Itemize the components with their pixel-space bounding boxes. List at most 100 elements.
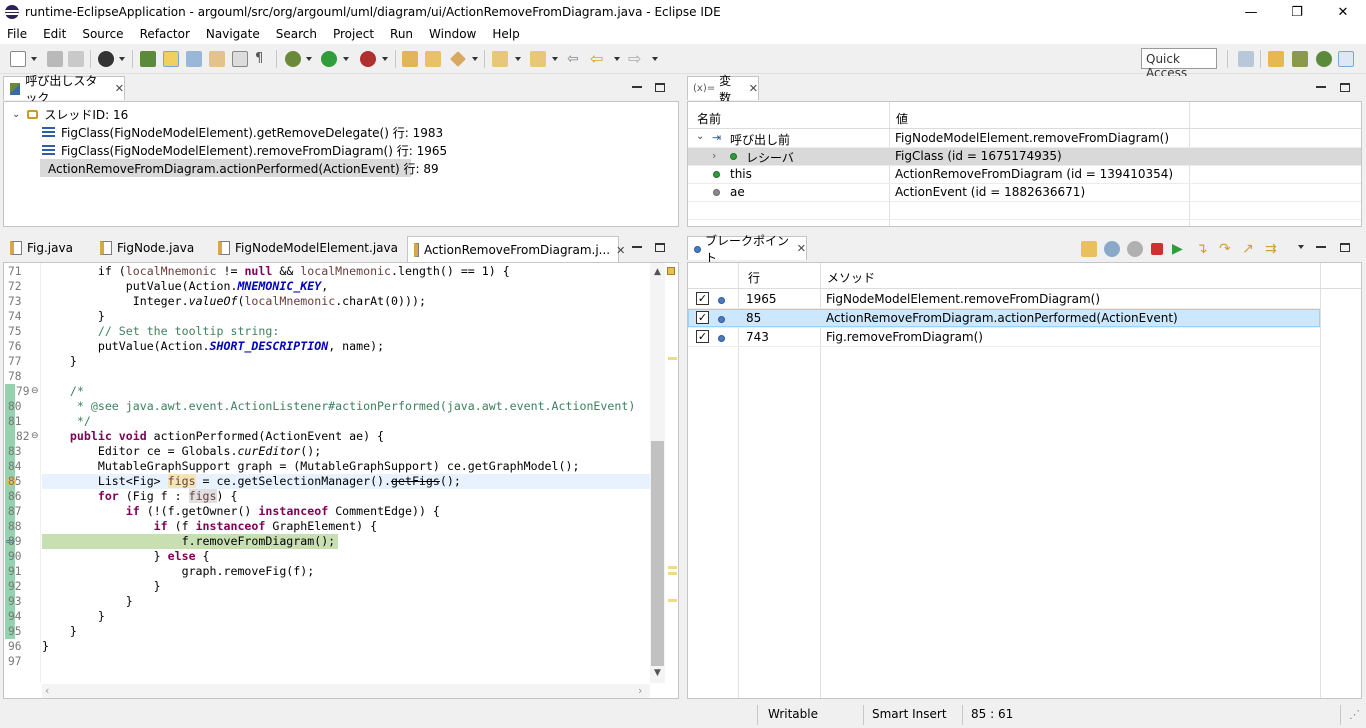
editor-tab[interactable]: Fig.java <box>4 236 92 260</box>
save-icon[interactable] <box>47 51 63 67</box>
debug-dropdown-icon[interactable] <box>306 57 312 61</box>
stack-frame[interactable]: FigClass(FigNodeModelElement).removeFrom… <box>42 141 447 159</box>
code-line[interactable]: } <box>42 639 49 654</box>
code-line[interactable]: putValue(Action.SHORT_DESCRIPTION, name)… <box>42 339 384 354</box>
scroll-up-icon[interactable]: ▲ <box>654 267 661 277</box>
last-edit-icon[interactable]: ⇦ <box>567 51 583 67</box>
stack-frame-selected[interactable]: ActionRemoveFromDiagram.actionPerformed(… <box>40 159 439 177</box>
minimize-view-icon[interactable] <box>632 86 642 88</box>
perspective-icon[interactable] <box>98 51 114 67</box>
code-line[interactable]: } <box>42 594 133 609</box>
back-dropdown-icon[interactable] <box>614 57 620 61</box>
breakpoint-enabled-checkbox[interactable]: ✓ <box>696 311 709 324</box>
tab-callstack[interactable]: 呼び出しスタック ✕ <box>3 74 125 105</box>
scroll-right-icon[interactable]: › <box>638 684 642 697</box>
code-line-cursor[interactable]: List<Fig> figs = ce.getSelectionManager(… <box>42 474 461 489</box>
menu-file[interactable]: File <box>0 27 35 41</box>
scroll-left-icon[interactable]: ‹ <box>45 684 49 697</box>
code-line[interactable]: } <box>42 354 77 369</box>
editor-tab[interactable]: FigNode.java <box>94 236 212 260</box>
menu-edit[interactable]: Edit <box>35 27 74 41</box>
column-header-name[interactable]: 名前 <box>697 110 721 127</box>
vertical-scroll-thumb[interactable] <box>651 441 664 666</box>
pilcrow-icon[interactable]: ¶ <box>255 51 271 67</box>
overview-ruler-mark[interactable] <box>668 572 677 575</box>
git-perspective-icon[interactable] <box>1292 51 1308 67</box>
terminate-icon[interactable] <box>1151 243 1163 255</box>
minimize-button[interactable]: — <box>1228 0 1274 24</box>
step-into-icon[interactable]: ↴ <box>1196 241 1212 257</box>
show-whitespace-icon[interactable] <box>209 51 225 67</box>
code-line[interactable]: if (localMnemonic != null && localMnemon… <box>42 264 510 279</box>
open-task-icon[interactable] <box>425 51 441 67</box>
skip-breakpoints-icon[interactable] <box>140 51 156 67</box>
next-annotation-dropdown-icon[interactable] <box>515 57 521 61</box>
run-dropdown-icon[interactable] <box>343 57 349 61</box>
code-line[interactable]: Editor ce = Globals.curEditor(); <box>42 444 321 459</box>
chevron-right-icon[interactable]: › <box>712 149 716 162</box>
word-wrap-icon[interactable] <box>232 51 248 67</box>
open-type-icon[interactable] <box>402 51 418 67</box>
step-over-icon[interactable]: ↷ <box>1219 241 1235 257</box>
toggle-mark-occurrences-icon[interactable] <box>163 51 179 67</box>
forward-icon[interactable]: ⇨ <box>628 51 644 67</box>
toggle-block-selection-icon[interactable] <box>186 51 202 67</box>
breakpoint-row[interactable] <box>688 328 1320 347</box>
close-tab-icon[interactable]: ✕ <box>749 82 758 95</box>
scroll-down-icon[interactable]: ▼ <box>654 668 661 678</box>
menu-project[interactable]: Project <box>325 27 382 41</box>
close-button[interactable]: ✕ <box>1320 0 1366 24</box>
code-line[interactable]: Integer.valueOf(localMnemonic.charAt(0))… <box>42 294 426 309</box>
code-line[interactable]: public void actionPerformed(ActionEvent … <box>42 429 384 444</box>
tab-variables[interactable]: (x)= 変数 ✕ <box>687 74 759 105</box>
code-line[interactable]: // Set the tooltip string: <box>42 324 280 339</box>
code-line[interactable]: for (Fig f : figs) { <box>42 489 237 504</box>
maximize-view-icon[interactable] <box>1340 83 1350 92</box>
menu-help[interactable]: Help <box>484 27 527 41</box>
maximize-view-icon[interactable] <box>1340 243 1350 252</box>
code-line[interactable]: if (!(f.getOwner() instanceof CommentEdg… <box>42 504 440 519</box>
maximize-view-icon[interactable] <box>655 83 665 92</box>
overview-ruler-marker[interactable] <box>667 267 675 275</box>
code-line[interactable]: graph.removeFig(f); <box>42 564 315 579</box>
menu-run[interactable]: Run <box>382 27 421 41</box>
previous-annotation-dropdown-icon[interactable] <box>552 57 558 61</box>
code-line[interactable]: } <box>42 309 105 324</box>
overview-ruler-mark[interactable] <box>668 566 677 569</box>
breakpoint-enabled-checkbox[interactable]: ✓ <box>696 292 709 305</box>
code-line[interactable]: MutableGraphSupport graph = (MutableGrap… <box>42 459 580 474</box>
next-annotation-icon[interactable] <box>492 51 508 67</box>
external-tools-dropdown-icon[interactable] <box>382 57 388 61</box>
minimize-editor-icon[interactable] <box>632 246 642 248</box>
code-line[interactable]: if (f instanceof GraphElement) { <box>42 519 377 534</box>
menu-refactor[interactable]: Refactor <box>132 27 198 41</box>
horizontal-scrollbar[interactable] <box>42 684 650 698</box>
save-all-icon[interactable] <box>68 51 84 67</box>
menu-navigate[interactable]: Navigate <box>198 27 268 41</box>
thread-node[interactable]: ⌄ スレッドID: 16 <box>12 105 128 123</box>
restore-button[interactable]: ❐ <box>1274 0 1320 24</box>
chevron-down-icon[interactable]: ⌄ <box>12 109 20 120</box>
column-header-value[interactable]: 値 <box>896 110 908 127</box>
back-icon[interactable]: ⇦ <box>590 51 606 67</box>
go-to-file-icon[interactable] <box>1104 241 1120 257</box>
search-dropdown-icon[interactable] <box>472 57 478 61</box>
close-tab-icon[interactable]: ✕ <box>616 244 625 257</box>
minimize-view-icon[interactable] <box>1316 86 1326 88</box>
step-return-icon[interactable]: ↗ <box>1242 241 1258 257</box>
stack-frame[interactable]: FigClass(FigNodeModelElement).getRemoveD… <box>42 123 443 141</box>
column-header-line[interactable]: 行 <box>748 269 760 286</box>
java-perspective-icon[interactable] <box>1268 51 1284 67</box>
column-header-method[interactable]: メソッド <box>827 269 875 286</box>
resume-icon[interactable]: ▶ <box>1172 241 1188 257</box>
tab-breakpoints[interactable]: ブレークポイント ✕ <box>687 234 807 265</box>
overview-ruler-mark[interactable] <box>668 357 677 360</box>
show-breakpoints-supported-icon[interactable] <box>1081 241 1097 257</box>
status-cursor-position[interactable]: 85 : 61 <box>971 707 1013 721</box>
code-line-current-instruction[interactable]: f.removeFromDiagram(); <box>42 534 336 549</box>
overview-ruler-mark[interactable] <box>668 599 677 602</box>
code-line[interactable]: */ <box>42 414 91 429</box>
open-perspective-icon[interactable] <box>1238 51 1254 67</box>
status-insert-mode[interactable]: Smart Insert <box>872 707 947 721</box>
new-dropdown-icon[interactable] <box>31 57 37 61</box>
